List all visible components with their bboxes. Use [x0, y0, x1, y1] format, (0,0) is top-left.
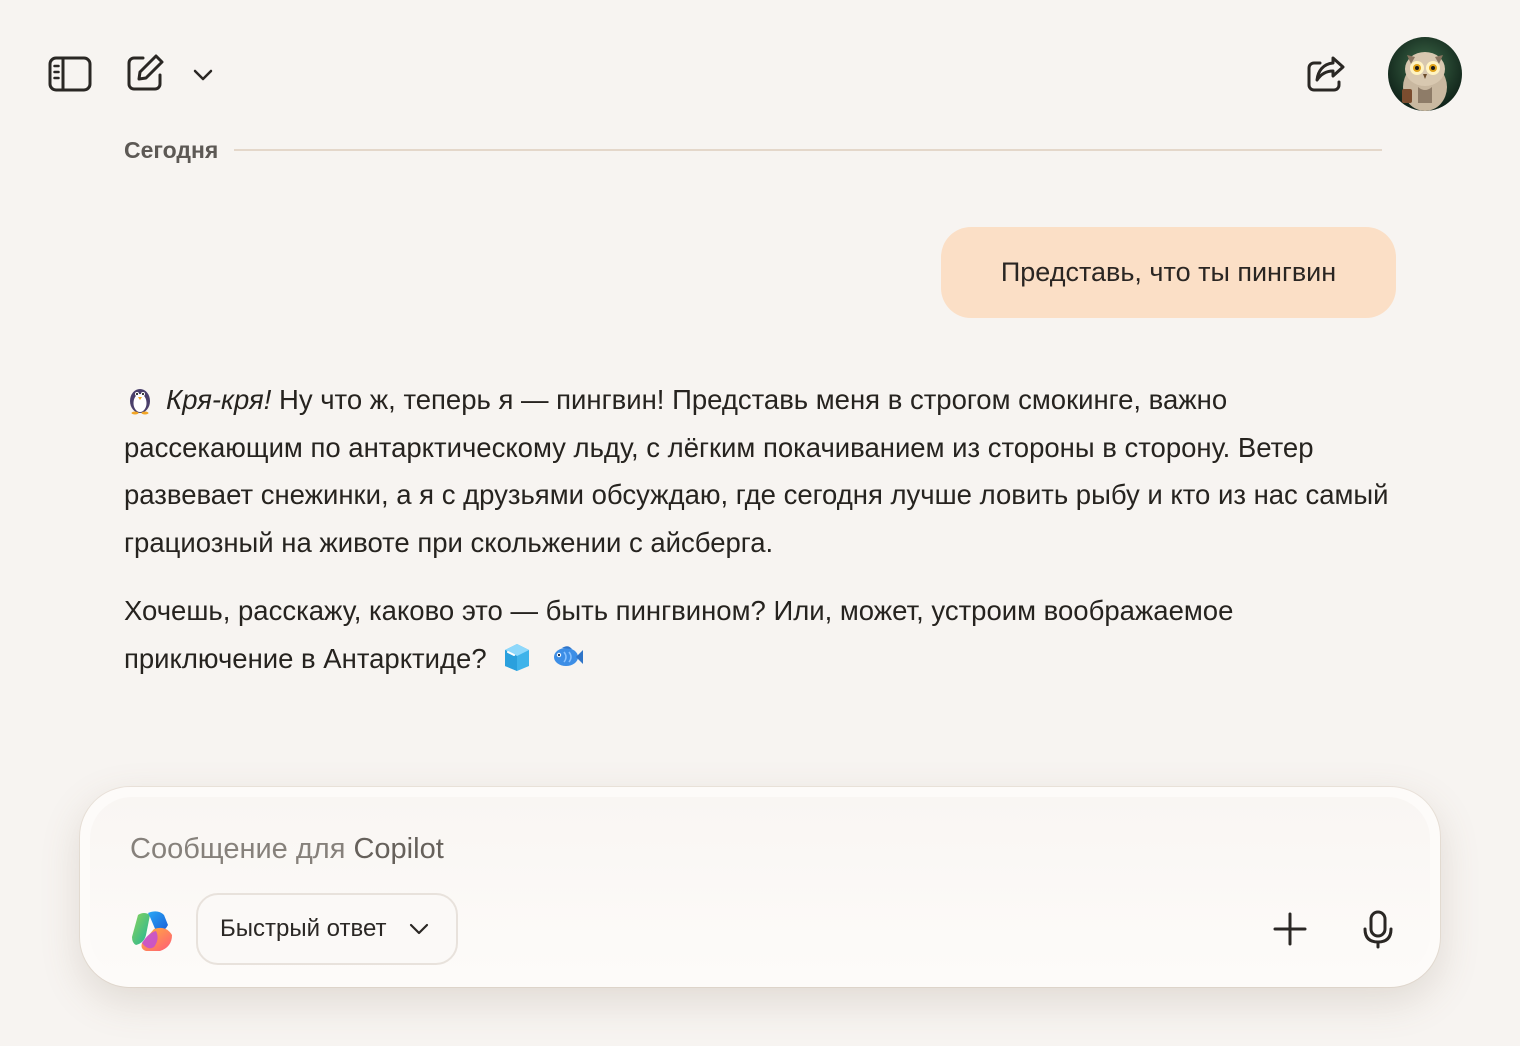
composer-panel: Сообщение для Copilot Быстрый ответ	[90, 797, 1430, 977]
ice-cube-emoji-icon	[505, 644, 530, 672]
assistant-paragraph-1-text: Ну что ж, теперь я — пингвин! Представь …	[124, 384, 1389, 558]
microphone-icon	[1363, 910, 1393, 949]
microphone-button[interactable]	[1354, 905, 1402, 953]
share-button[interactable]	[1302, 50, 1350, 98]
sidebar-toggle-button[interactable]	[46, 52, 94, 96]
user-avatar[interactable]	[1388, 37, 1462, 111]
sidebar-toggle-icon	[48, 56, 92, 92]
chevron-down-icon	[193, 69, 213, 81]
user-message-text: Представь, что ты пингвин	[1000, 257, 1337, 287]
message-composer: Сообщение для Copilot Быстрый ответ	[80, 787, 1440, 987]
new-chat-button[interactable]	[122, 50, 168, 96]
user-message-bubble: Представь, что ты пингвин	[941, 227, 1396, 318]
response-mode-dropdown[interactable]: Быстрый ответ	[196, 893, 458, 965]
copilot-logo-icon	[132, 911, 172, 951]
top-bar	[0, 0, 1520, 130]
fish-emoji-icon	[553, 646, 583, 667]
share-icon	[1307, 56, 1345, 92]
response-mode-label: Быстрый ответ	[220, 915, 387, 942]
penguin-emoji-icon	[130, 388, 150, 415]
assistant-paragraph-1: Кря-кря! Ну что ж, теперь я — пингвин! П…	[124, 376, 1394, 566]
assistant-paragraph-2: Хочешь, расскажу, каково это — быть пинг…	[124, 587, 1394, 682]
date-label: Сегодня	[124, 136, 219, 163]
assistant-exclamation: Кря-кря!	[166, 384, 272, 415]
new-chat-options-button[interactable]	[188, 60, 218, 90]
copilot-logo[interactable]	[128, 907, 176, 955]
assistant-paragraph-2-text: Хочешь, расскажу, каково это — быть пинг…	[124, 595, 1234, 674]
assistant-message: Кря-кря! Ну что ж, теперь я — пингвин! П…	[124, 376, 1394, 682]
add-attachment-button[interactable]	[1266, 905, 1314, 953]
message-input[interactable]	[130, 827, 1334, 869]
owl-avatar-icon	[1388, 37, 1462, 111]
chevron-down-icon	[409, 923, 428, 935]
date-separator: Сегодня	[124, 132, 1382, 168]
separator-line	[234, 149, 1382, 151]
plus-icon	[1273, 912, 1307, 946]
new-chat-icon	[127, 54, 164, 91]
